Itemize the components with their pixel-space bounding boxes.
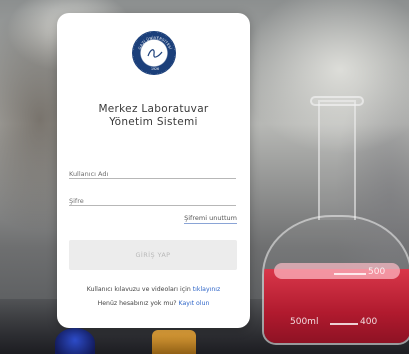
erlenmeyer-flask-image: 500 500ml 400 xyxy=(262,215,409,345)
forgot-password-link[interactable]: Şifremi unuttum xyxy=(184,214,237,224)
login-card: GAZİ ÜNİVERSİTESİ 1926 Merkez Laboratuva… xyxy=(57,13,250,328)
red-liquid xyxy=(264,263,409,343)
university-logo: GAZİ ÜNİVERSİTESİ 1926 xyxy=(132,31,176,75)
flask-grad-line xyxy=(334,273,366,275)
register-text: Henüz hesabınız yok mu? Kayıt olun xyxy=(57,300,250,307)
university-seal-icon: GAZİ ÜNİVERSİTESİ 1926 xyxy=(138,35,173,71)
username-input[interactable] xyxy=(69,165,236,183)
blue-vial-image xyxy=(55,328,95,354)
orange-vial-image xyxy=(152,330,196,354)
help-text-label: Kullanıcı kılavuzu ve videoları için xyxy=(86,286,191,293)
svg-text:GAZİ ÜNİVERSİTESİ: GAZİ ÜNİVERSİTESİ xyxy=(138,35,173,50)
login-button[interactable]: GİRİŞ YAP xyxy=(69,240,237,270)
register-link[interactable]: Kayıt olun xyxy=(179,300,210,307)
flask-neck-image xyxy=(318,100,356,220)
app-title-line1: Merkez Laboratuvar xyxy=(98,103,209,115)
username-field-wrapper xyxy=(69,161,236,183)
help-link[interactable]: tıklayınız xyxy=(193,286,221,293)
help-text: Kullanıcı kılavuzu ve videoları için tık… xyxy=(57,286,250,293)
logo-year: 1926 xyxy=(151,67,159,71)
flask-grad-line xyxy=(330,323,358,325)
flask-mark-400: 400 xyxy=(360,317,378,327)
register-text-label: Henüz hesabınız yok mu? xyxy=(97,300,177,307)
password-field-wrapper xyxy=(69,188,236,210)
app-title-line2: Yönetim Sistemi xyxy=(109,116,198,128)
password-input[interactable] xyxy=(69,192,236,210)
flask-mark-500ml: 500ml xyxy=(290,317,319,327)
flask-mark-500: 500 xyxy=(368,267,386,277)
